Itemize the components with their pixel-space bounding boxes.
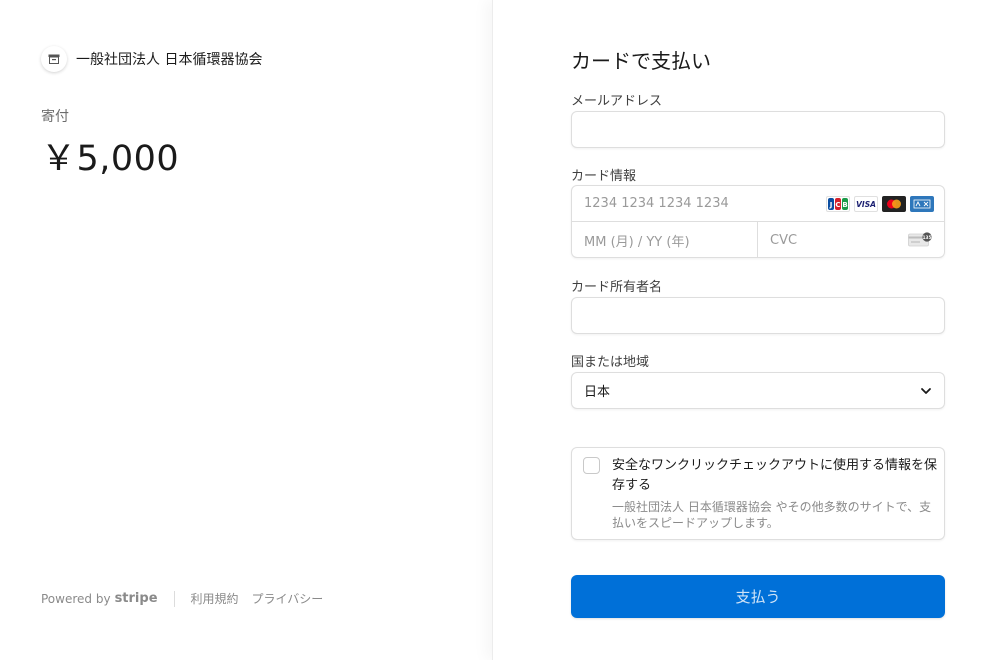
- privacy-link[interactable]: プライバシー: [252, 590, 324, 607]
- footer: Powered by stripe 利用規約 プライバシー: [41, 590, 336, 607]
- terms-link[interactable]: 利用規約: [191, 590, 239, 607]
- save-info-description: 一般社団法人 日本循環器協会 やその他多数のサイトで、支払いをスピードアップしま…: [612, 500, 932, 530]
- card-expiry-input[interactable]: MM (月) / YY (年): [572, 222, 758, 258]
- card-cvc-icon: 135: [908, 232, 932, 251]
- card-info-label: カード情報: [571, 169, 637, 184]
- store-icon: [41, 46, 67, 72]
- merchant-header[interactable]: 一般社団法人 日本循環器協会: [41, 46, 262, 72]
- country-select[interactable]: 日本: [571, 372, 945, 409]
- powered-by-text: Powered by: [41, 591, 111, 606]
- svg-text:135: 135: [923, 235, 932, 240]
- svg-text:J: J: [829, 201, 833, 209]
- donation-label: 寄付: [41, 109, 69, 125]
- cardholder-name-field[interactable]: [571, 297, 945, 334]
- email-field[interactable]: [571, 111, 945, 148]
- country-label: 国または地域: [571, 355, 650, 370]
- save-info-box: 安全なワンクリックチェックアウトに使用する情報を保存する 一般社団法人 日本循環…: [571, 447, 945, 540]
- card-info-group: 1234 1234 1234 1234 J C B VISA MM (月) / …: [571, 185, 945, 258]
- card-number-placeholder: 1234 1234 1234 1234: [584, 196, 729, 211]
- chevron-down-icon: [920, 385, 932, 401]
- payment-title: カードで支払い: [571, 49, 711, 73]
- save-info-title: 安全なワンクリックチェックアウトに使用する情報を保存する: [612, 458, 938, 493]
- svg-text:C: C: [835, 201, 840, 209]
- svg-text:B: B: [842, 201, 847, 209]
- card-brand-list: J C B VISA: [826, 196, 934, 212]
- country-selected-value: 日本: [584, 385, 611, 400]
- visa-icon: VISA: [854, 196, 878, 212]
- footer-divider: [173, 590, 175, 607]
- cvc-placeholder: CVC: [770, 232, 798, 248]
- amex-icon: [910, 196, 934, 212]
- expiry-placeholder: MM (月) / YY (年): [584, 234, 690, 250]
- order-summary-panel: 一般社団法人 日本循環器協会 寄付 ￥5,000 Powered by stri…: [0, 0, 492, 660]
- card-cvc-input[interactable]: CVC 135: [758, 222, 944, 258]
- merchant-name: 一般社団法人 日本循環器協会: [76, 52, 263, 68]
- stripe-logo[interactable]: stripe: [115, 591, 158, 606]
- save-info-checkbox[interactable]: [583, 457, 600, 474]
- card-number-input[interactable]: 1234 1234 1234 1234 J C B VISA: [572, 186, 944, 222]
- jcb-icon: J C B: [826, 196, 850, 212]
- donation-amount: ￥5,000: [41, 139, 180, 179]
- svg-text:VISA: VISA: [856, 200, 876, 209]
- mastercard-icon: [882, 196, 906, 212]
- email-label: メールアドレス: [571, 94, 663, 109]
- pay-button[interactable]: 支払う: [571, 575, 945, 618]
- cardholder-label: カード所有者名: [571, 280, 663, 295]
